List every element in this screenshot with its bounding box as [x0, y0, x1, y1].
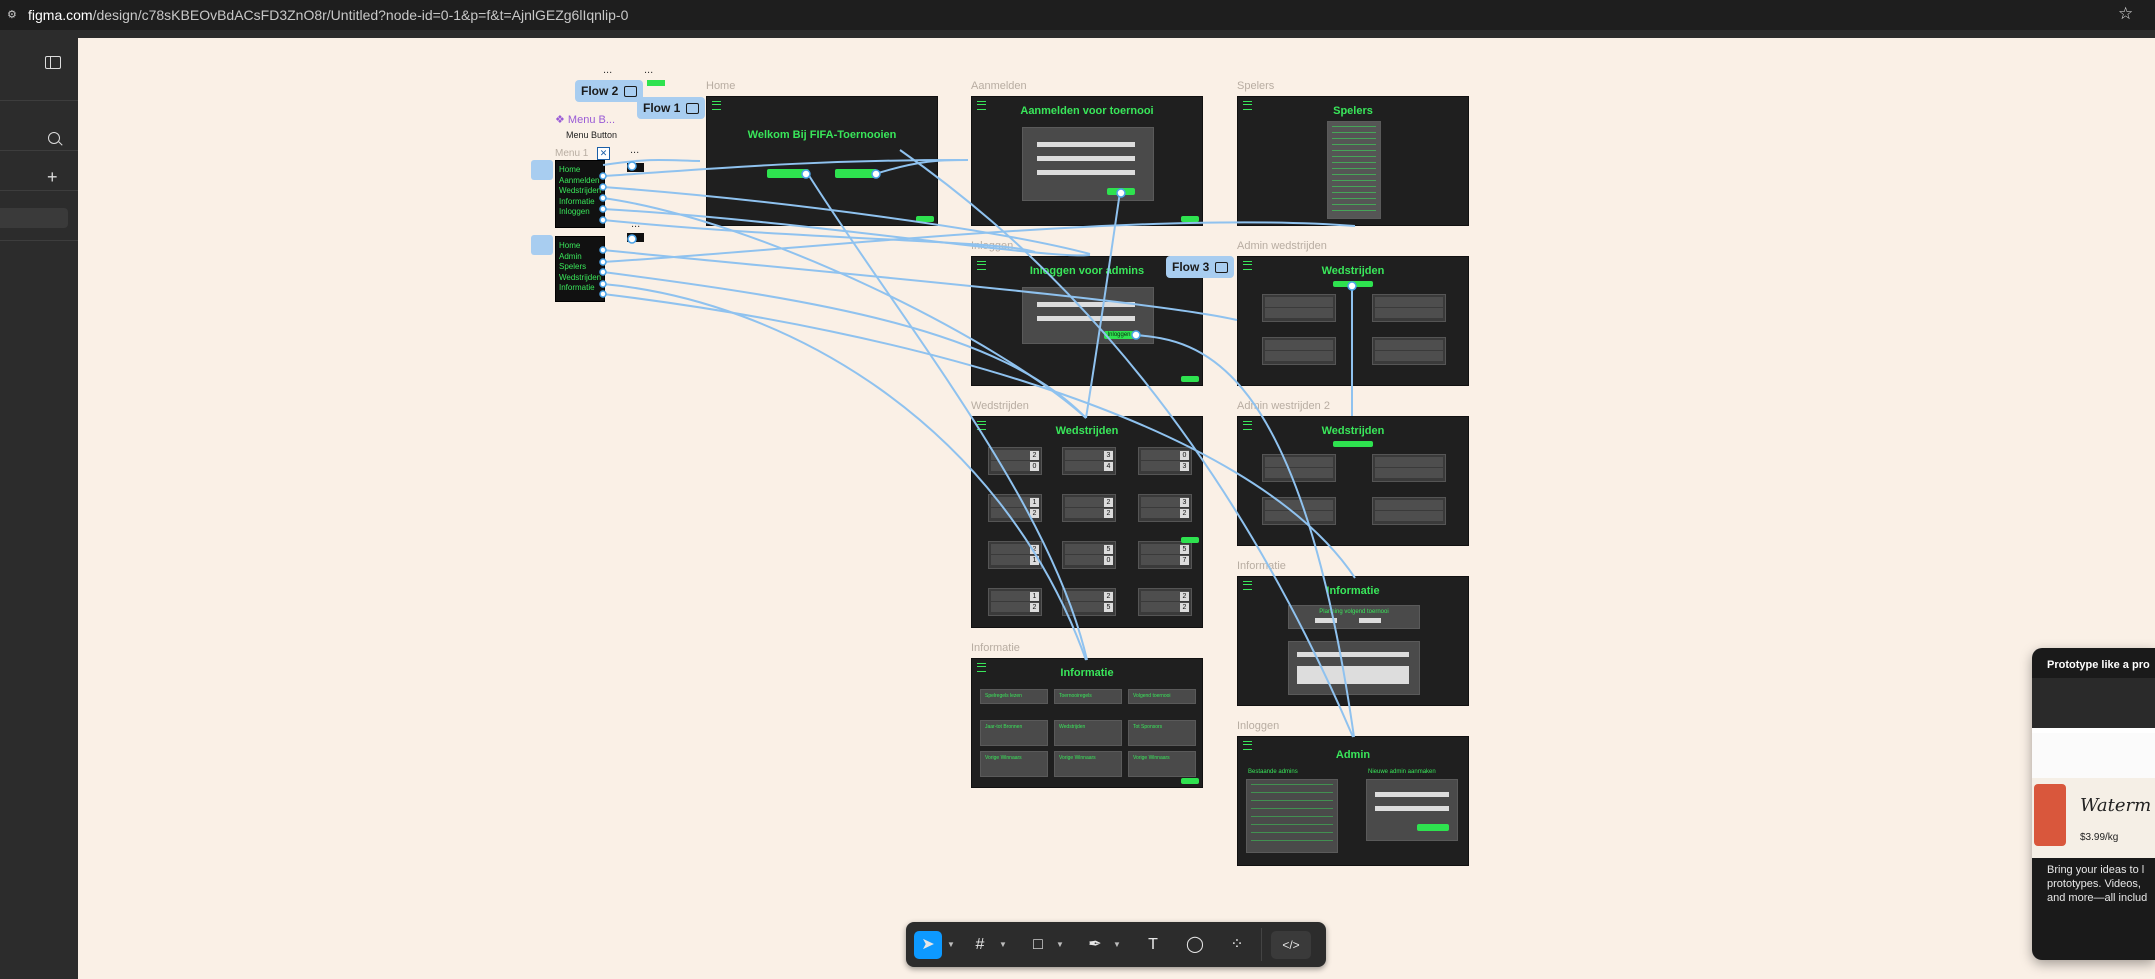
- chevron-down-icon[interactable]: ▼: [1113, 940, 1121, 949]
- flow-3-label: Flow 3: [1172, 260, 1210, 274]
- flow-2-label: Flow 2: [581, 84, 619, 98]
- comment-tool-icon[interactable]: ◯: [1181, 931, 1209, 959]
- chevron-down-icon[interactable]: ▼: [999, 940, 1007, 949]
- product-price: $3.99/kg: [2080, 832, 2119, 843]
- chevron-down-icon[interactable]: ▼: [1056, 940, 1064, 949]
- flow-1-label: Flow 1: [643, 101, 681, 115]
- promo-header: Prototype like a pro: [2047, 659, 2150, 671]
- flow-2-pill[interactable]: Flow 2: [575, 80, 644, 102]
- flow-3-pill[interactable]: Flow 3: [1166, 256, 1235, 278]
- play-icon: [686, 103, 700, 115]
- play-icon: [624, 86, 638, 98]
- promo-desc-1: Bring your ideas to l: [2047, 864, 2145, 876]
- toolbar-divider: [1261, 928, 1262, 961]
- promo-desc-3: and more—all includ: [2047, 892, 2148, 904]
- prototype-connectors: [599, 149, 1357, 738]
- flow-1-pill[interactable]: Flow 1: [637, 97, 706, 119]
- chevron-down-icon[interactable]: ▼: [947, 940, 955, 949]
- figma-bottom-toolbar: ➤ ▼ # ▼ □ ▼ ✒ ▼ T ◯ ⁘ </>: [906, 922, 1326, 967]
- product-name: Waterm: [2080, 795, 2152, 816]
- rectangle-tool-icon[interactable]: □: [1024, 931, 1052, 959]
- promo-panel[interactable]: Prototype like a pro Waterm $3.99/kg Bri…: [2032, 648, 2155, 960]
- frame-tool-icon[interactable]: #: [966, 931, 994, 959]
- pen-tool-icon[interactable]: ✒: [1081, 931, 1109, 959]
- product-image: [2034, 784, 2066, 846]
- text-tool-icon[interactable]: T: [1139, 931, 1167, 959]
- dev-mode-toggle[interactable]: </>: [1271, 931, 1311, 959]
- promo-desc-2: prototypes. Videos,: [2047, 878, 2141, 890]
- actions-tool-icon[interactable]: ⁘: [1223, 931, 1251, 959]
- play-icon: [1215, 262, 1229, 274]
- move-tool-icon[interactable]: ➤: [914, 931, 942, 959]
